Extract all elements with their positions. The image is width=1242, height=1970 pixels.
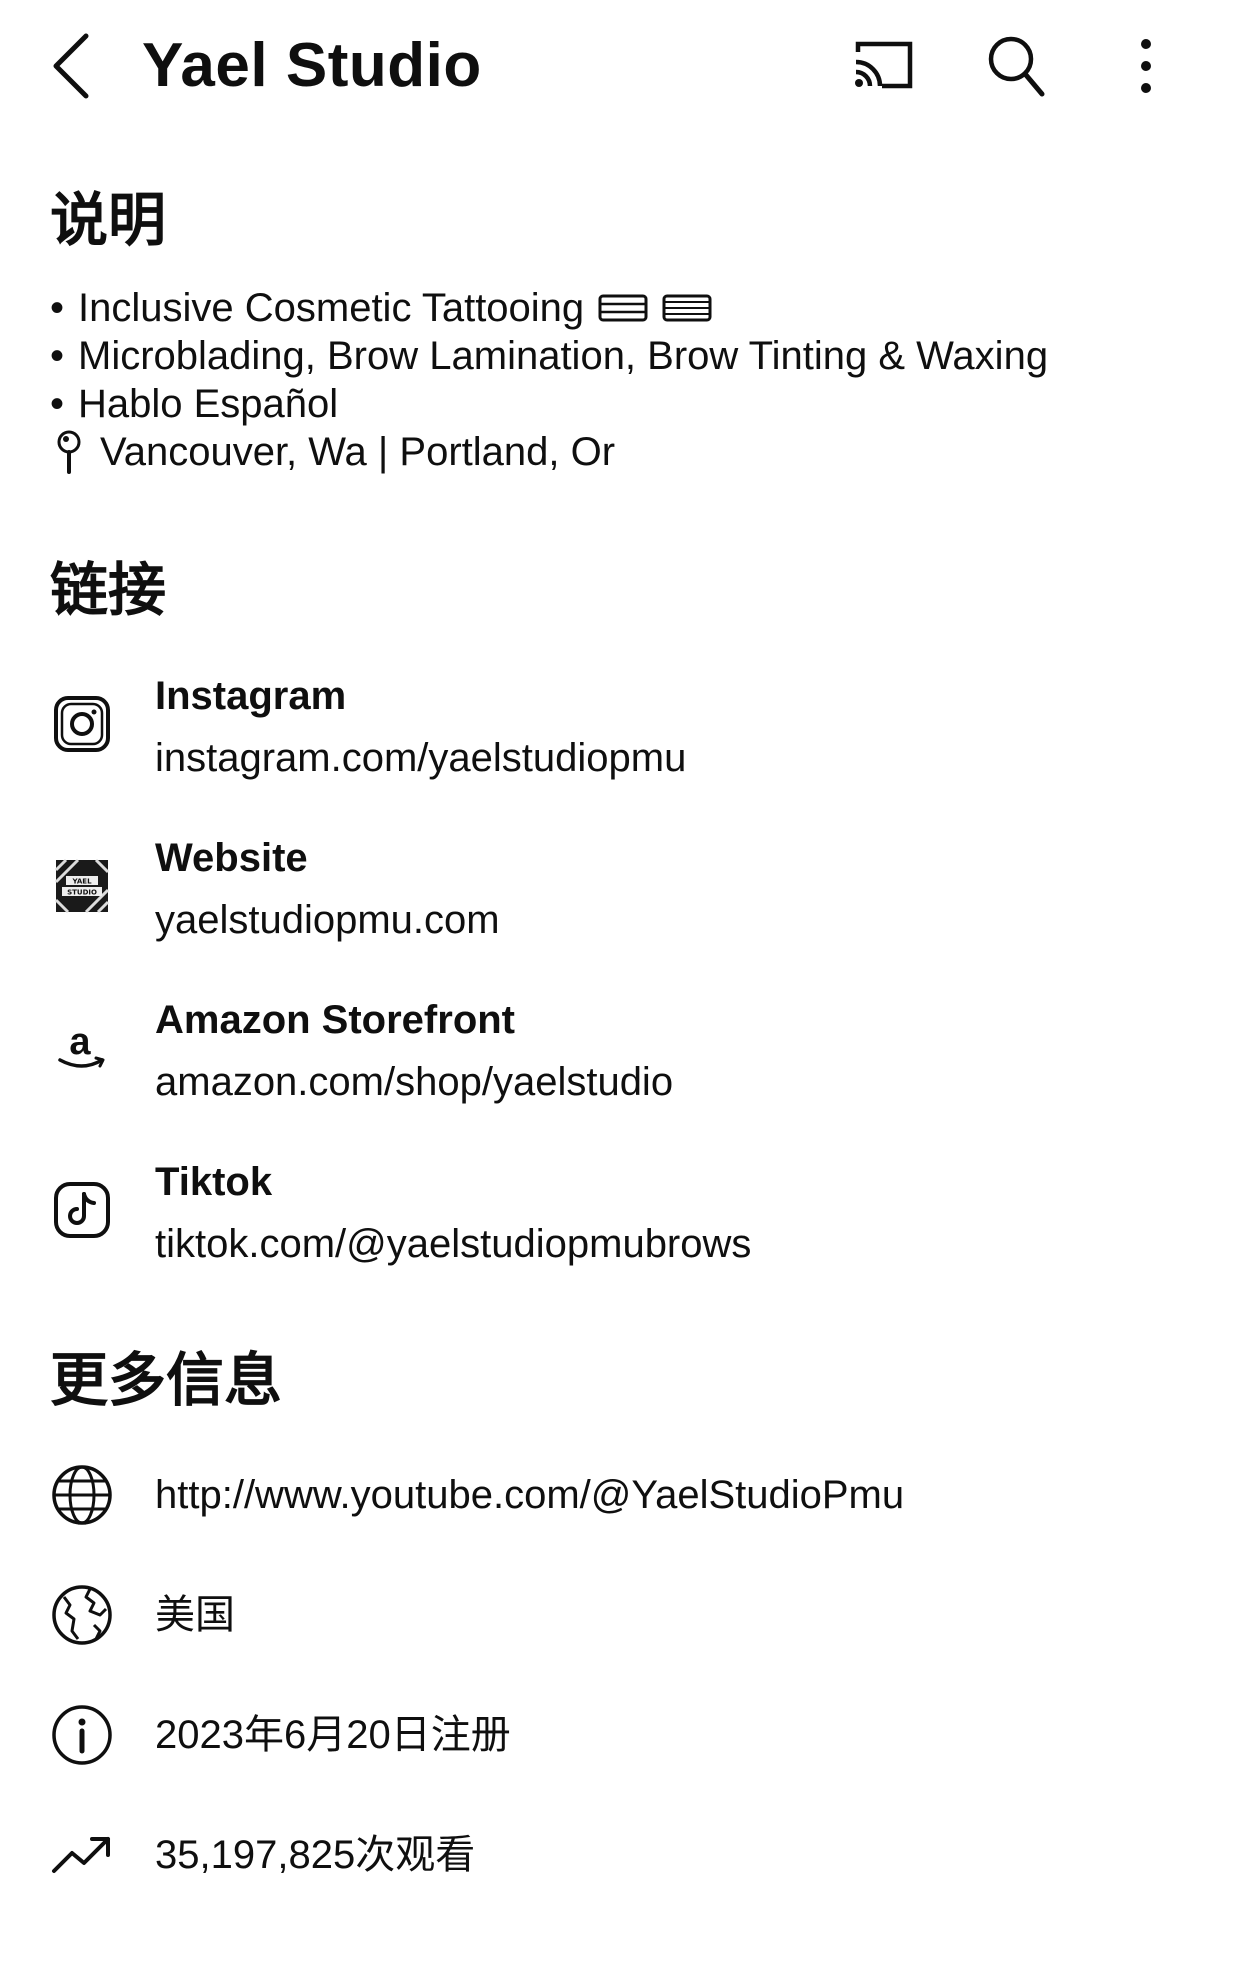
svg-text:YAEL: YAEL (71, 878, 92, 886)
search-icon[interactable] (986, 34, 1046, 98)
link-name: Amazon Storefront (155, 998, 515, 1042)
link-url: yaelstudiopmu.com (155, 898, 500, 942)
description-line: • Hablo Español (50, 382, 339, 426)
link-amazon-storefront[interactable]: a Amazon Storefront amazon.com/shop/yael… (0, 992, 1242, 1142)
link-website[interactable]: YAEL STUDIO Website yaelstudiopmu.com (0, 830, 1242, 980)
chevron-left-icon[interactable] (48, 30, 92, 102)
info-icon (52, 1705, 112, 1765)
flag-emoji-icon (662, 294, 712, 322)
earth-icon (52, 1585, 112, 1645)
link-url: instagram.com/yaelstudiopmu (155, 736, 687, 780)
info-text: 美国 (155, 1593, 235, 1637)
flag-emoji-icon (598, 294, 648, 322)
cast-icon[interactable] (852, 38, 916, 92)
link-tiktok[interactable]: Tiktok tiktok.com/@yaelstudiopmubrows (0, 1154, 1242, 1304)
info-text: http://www.youtube.com/@YaelStudioPmu (155, 1473, 905, 1517)
description-heading: 说明 (50, 188, 167, 253)
link-name: Instagram (155, 674, 347, 718)
description-line: Vancouver, Wa | Portland, Or (50, 428, 1048, 476)
website-favicon-icon: YAEL STUDIO (54, 858, 110, 914)
links-heading: 链接 (50, 558, 167, 623)
globe-icon (52, 1465, 112, 1525)
link-url: tiktok.com/@yaelstudiopmubrows (155, 1222, 752, 1266)
info-text: 35,197,825次观看 (155, 1833, 476, 1877)
info-text: 2023年6月20日注册 (155, 1713, 511, 1757)
description-line: • Inclusive Cosmetic Tattooing (50, 284, 1048, 332)
tiktok-icon (54, 1182, 110, 1238)
instagram-icon (54, 696, 110, 752)
location-pin-icon (57, 430, 81, 474)
info-row-view-count: 35,197,825次观看 (0, 1810, 1242, 1900)
link-name: Tiktok (155, 1160, 273, 1204)
info-row-youtube-link[interactable]: http://www.youtube.com/@YaelStudioPmu (0, 1450, 1242, 1540)
more-info-heading: 更多信息 (50, 1348, 283, 1413)
link-name: Website (155, 836, 308, 880)
info-row-country: 美国 (0, 1570, 1242, 1660)
info-row-joined-date: 2023年6月20日注册 (0, 1690, 1242, 1780)
trending-up-icon (52, 1837, 110, 1873)
channel-title: Yael Studio (142, 31, 482, 100)
more-vertical-icon[interactable] (1132, 36, 1160, 96)
svg-text:STUDIO: STUDIO (67, 889, 97, 897)
amazon-icon: a (58, 1021, 105, 1068)
description-line: • Microblading, Brow Lamination, Brow Ti… (50, 334, 1049, 378)
link-url: amazon.com/shop/yaelstudio (155, 1060, 674, 1104)
description-text: • Inclusive Cosmetic Tattooing • Microbl… (50, 284, 1048, 476)
top-app-bar: Yael Studio (0, 0, 1242, 140)
svg-text:a: a (69, 1021, 91, 1063)
link-instagram[interactable]: Instagram instagram.com/yaelstudiopmu (0, 668, 1242, 818)
